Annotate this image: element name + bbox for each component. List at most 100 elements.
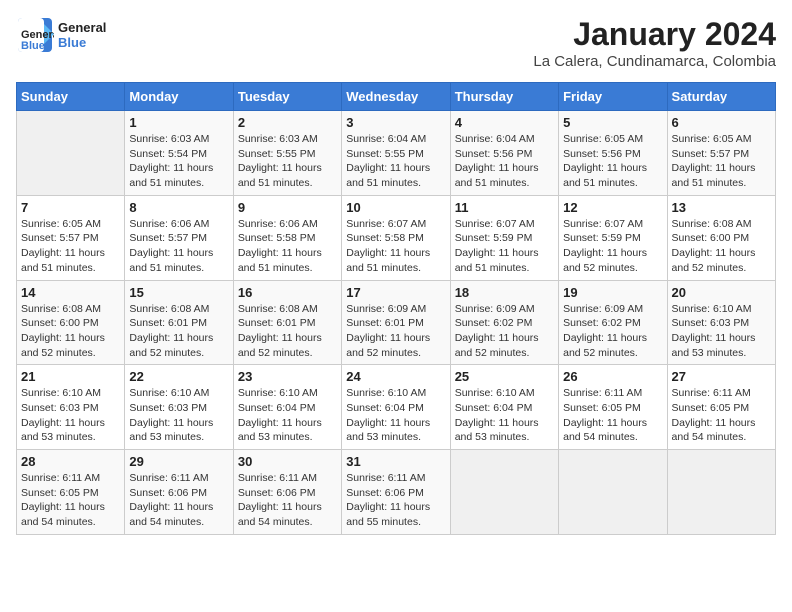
weekday-header-row: SundayMondayTuesdayWednesdayThursdayFrid… [17, 83, 776, 111]
logo-general: General [58, 20, 106, 35]
day-number: 10 [346, 200, 445, 215]
day-number: 22 [129, 369, 228, 384]
day-number: 16 [238, 285, 337, 300]
day-info: Sunrise: 6:04 AMSunset: 5:56 PMDaylight:… [455, 132, 554, 191]
weekday-header-wednesday: Wednesday [342, 83, 450, 111]
week-row-2: 7 Sunrise: 6:05 AMSunset: 5:57 PMDaylight… [17, 195, 776, 280]
day-info: Sunrise: 6:10 AMSunset: 6:03 PMDaylight:… [129, 386, 228, 445]
day-info: Sunrise: 6:05 AMSunset: 5:57 PMDaylight:… [672, 132, 771, 191]
day-number: 31 [346, 454, 445, 469]
day-info: Sunrise: 6:10 AMSunset: 6:04 PMDaylight:… [455, 386, 554, 445]
week-row-3: 14Sunrise: 6:08 AMSunset: 6:00 PMDayligh… [17, 280, 776, 365]
weekday-header-tuesday: Tuesday [233, 83, 341, 111]
day-number: 27 [672, 369, 771, 384]
calendar-subtitle: La Calera, Cundinamarca, Colombia [533, 53, 776, 70]
calendar-cell: 11Sunrise: 6:07 AMSunset: 5:59 PMDayligh… [450, 195, 558, 280]
weekday-header-friday: Friday [559, 83, 667, 111]
day-number: 21 [21, 369, 120, 384]
day-info: Sunrise: 6:07 AMSunset: 5:58 PMDaylight:… [346, 217, 445, 276]
calendar-cell: 14Sunrise: 6:08 AMSunset: 6:00 PMDayligh… [17, 280, 125, 365]
logo-blue: Blue [58, 35, 106, 50]
day-info: Sunrise: 6:10 AMSunset: 6:04 PMDaylight:… [238, 386, 337, 445]
logo-icon: General Blue [16, 16, 54, 54]
calendar-cell: 22 Sunrise: 6:10 AMSunset: 6:03 PMDayligh… [125, 365, 233, 450]
day-info: Sunrise: 6:06 AMSunset: 5:58 PMDaylight:… [238, 217, 337, 276]
day-number: 14 [21, 285, 120, 300]
day-info: Sunrise: 6:09 AMSunset: 6:02 PMDaylight:… [563, 302, 662, 361]
day-number: 5 [563, 115, 662, 130]
day-info: Sunrise: 6:05 AMSunset: 5:57 PMDaylight:… [21, 217, 120, 276]
calendar-cell: 2 Sunrise: 6:03 AMSunset: 5:55 PMDaylight… [233, 111, 341, 196]
day-info: Sunrise: 6:08 AMSunset: 6:00 PMDaylight:… [672, 217, 771, 276]
day-number: 2 [238, 115, 337, 130]
calendar-cell: 8 Sunrise: 6:06 AMSunset: 5:57 PMDaylight… [125, 195, 233, 280]
day-info: Sunrise: 6:05 AMSunset: 5:56 PMDaylight:… [563, 132, 662, 191]
calendar-cell: 13 Sunrise: 6:08 AMSunset: 6:00 PMDayligh… [667, 195, 775, 280]
day-info: Sunrise: 6:11 AMSunset: 6:06 PMDaylight:… [129, 471, 228, 530]
week-row-4: 21 Sunrise: 6:10 AMSunset: 6:03 PMDayligh… [17, 365, 776, 450]
day-number: 15 [129, 285, 228, 300]
day-info: Sunrise: 6:11 AMSunset: 6:06 PMDaylight:… [346, 471, 445, 530]
calendar-cell: 9 Sunrise: 6:06 AMSunset: 5:58 PMDaylight… [233, 195, 341, 280]
day-number: 8 [129, 200, 228, 215]
day-number: 9 [238, 200, 337, 215]
calendar-table: SundayMondayTuesdayWednesdayThursdayFrid… [16, 82, 776, 535]
calendar-cell: 17Sunrise: 6:09 AMSunset: 6:01 PMDayligh… [342, 280, 450, 365]
calendar-cell: 16Sunrise: 6:08 AMSunset: 6:01 PMDayligh… [233, 280, 341, 365]
day-info: Sunrise: 6:06 AMSunset: 5:57 PMDaylight:… [129, 217, 228, 276]
calendar-cell: 3Sunrise: 6:04 AMSunset: 5:55 PMDaylight… [342, 111, 450, 196]
calendar-cell: 21 Sunrise: 6:10 AMSunset: 6:03 PMDayligh… [17, 365, 125, 450]
weekday-header-saturday: Saturday [667, 83, 775, 111]
day-info: Sunrise: 6:11 AMSunset: 6:05 PMDaylight:… [563, 386, 662, 445]
week-row-1: 1Sunrise: 6:03 AMSunset: 5:54 PMDaylight… [17, 111, 776, 196]
day-number: 28 [21, 454, 120, 469]
logo: General Blue General Blue [16, 16, 106, 54]
calendar-cell: 24 Sunrise: 6:10 AMSunset: 6:04 PMDayligh… [342, 365, 450, 450]
day-number: 18 [455, 285, 554, 300]
day-number: 17 [346, 285, 445, 300]
day-number: 29 [129, 454, 228, 469]
day-info: Sunrise: 6:10 AMSunset: 6:03 PMDaylight:… [21, 386, 120, 445]
calendar-cell: 23 Sunrise: 6:10 AMSunset: 6:04 PMDayligh… [233, 365, 341, 450]
day-number: 1 [129, 115, 228, 130]
calendar-cell: 6 Sunrise: 6:05 AMSunset: 5:57 PMDaylight… [667, 111, 775, 196]
day-number: 3 [346, 115, 445, 130]
calendar-cell: 31 Sunrise: 6:11 AMSunset: 6:06 PMDayligh… [342, 450, 450, 535]
calendar-cell: 5 Sunrise: 6:05 AMSunset: 5:56 PMDaylight… [559, 111, 667, 196]
svg-text:Blue: Blue [21, 40, 45, 52]
day-number: 12 [563, 200, 662, 215]
day-number: 7 [21, 200, 120, 215]
day-number: 19 [563, 285, 662, 300]
day-info: Sunrise: 6:11 AMSunset: 6:06 PMDaylight:… [238, 471, 337, 530]
day-number: 11 [455, 200, 554, 215]
day-info: Sunrise: 6:03 AMSunset: 5:55 PMDaylight:… [238, 132, 337, 191]
calendar-cell: 4 Sunrise: 6:04 AMSunset: 5:56 PMDaylight… [450, 111, 558, 196]
day-number: 4 [455, 115, 554, 130]
day-number: 26 [563, 369, 662, 384]
weekday-header-thursday: Thursday [450, 83, 558, 111]
day-info: Sunrise: 6:10 AMSunset: 6:03 PMDaylight:… [672, 302, 771, 361]
day-number: 13 [672, 200, 771, 215]
calendar-cell: 26 Sunrise: 6:11 AMSunset: 6:05 PMDayligh… [559, 365, 667, 450]
day-info: Sunrise: 6:11 AMSunset: 6:05 PMDaylight:… [21, 471, 120, 530]
day-number: 6 [672, 115, 771, 130]
calendar-cell: 20Sunrise: 6:10 AMSunset: 6:03 PMDayligh… [667, 280, 775, 365]
calendar-cell: 25 Sunrise: 6:10 AMSunset: 6:04 PMDayligh… [450, 365, 558, 450]
calendar-cell: 7 Sunrise: 6:05 AMSunset: 5:57 PMDaylight… [17, 195, 125, 280]
calendar-title: January 2024 [533, 16, 776, 53]
day-number: 24 [346, 369, 445, 384]
day-number: 30 [238, 454, 337, 469]
calendar-cell: 10 Sunrise: 6:07 AMSunset: 5:58 PMDayligh… [342, 195, 450, 280]
calendar-cell [559, 450, 667, 535]
day-info: Sunrise: 6:07 AMSunset: 5:59 PMDaylight:… [563, 217, 662, 276]
week-row-5: 28 Sunrise: 6:11 AMSunset: 6:05 PMDayligh… [17, 450, 776, 535]
title-section: January 2024 La Calera, Cundinamarca, Co… [533, 16, 776, 70]
day-number: 23 [238, 369, 337, 384]
day-info: Sunrise: 6:10 AMSunset: 6:04 PMDaylight:… [346, 386, 445, 445]
day-number: 25 [455, 369, 554, 384]
day-info: Sunrise: 6:11 AMSunset: 6:05 PMDaylight:… [672, 386, 771, 445]
calendar-cell: 19 Sunrise: 6:09 AMSunset: 6:02 PMDayligh… [559, 280, 667, 365]
weekday-header-monday: Monday [125, 83, 233, 111]
calendar-cell: 27 Sunrise: 6:11 AMSunset: 6:05 PMDayligh… [667, 365, 775, 450]
calendar-cell [667, 450, 775, 535]
